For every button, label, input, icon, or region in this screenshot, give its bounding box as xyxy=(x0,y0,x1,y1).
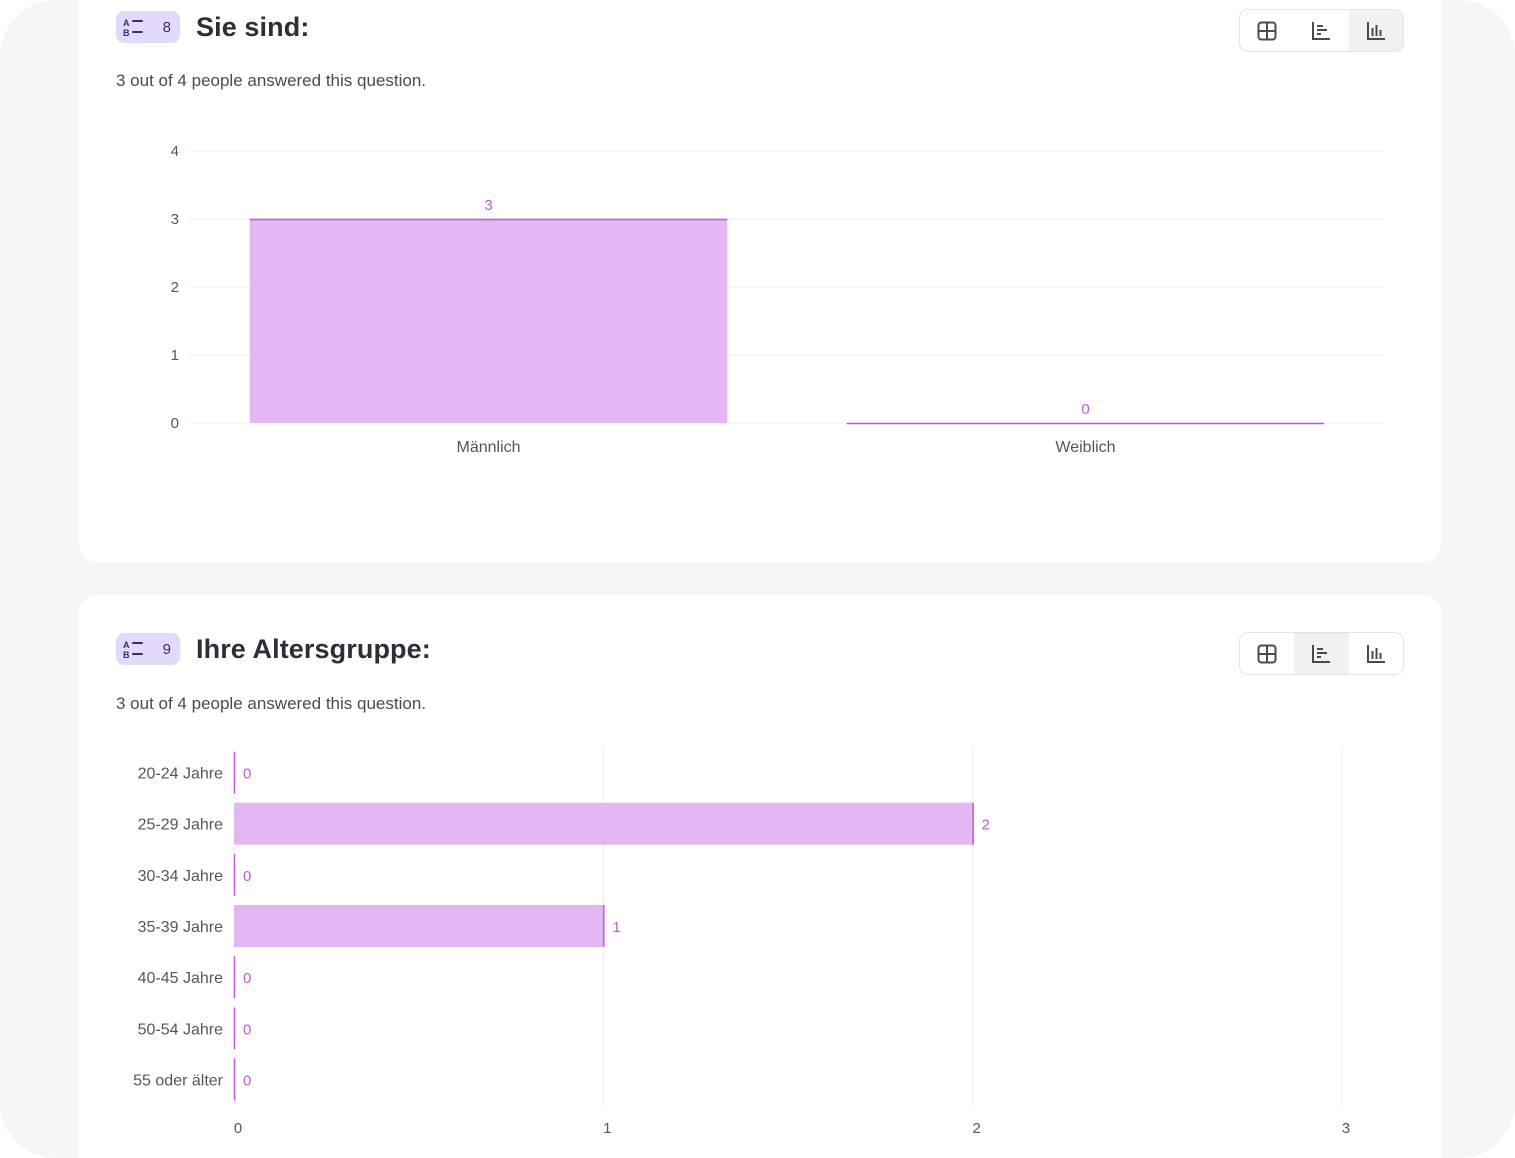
y-tick-label: 25-29 Jahre xyxy=(138,817,223,834)
y-tick-label: 0 xyxy=(171,415,179,432)
y-tick-label: 40-45 Jahre xyxy=(138,970,223,987)
y-tick-label: 20-24 Jahre xyxy=(138,766,223,783)
data-label: 2 xyxy=(982,817,990,834)
y-tick-label: 1 xyxy=(171,347,179,364)
horizontal-bar-chart: 0 1 2 3 0 20-24 Jahre 2 25-29 Jahre 0 30-34 Jahre… xyxy=(79,595,1441,1158)
page-background: A B 8 Sie sind: 3 out of 4 people answer… xyxy=(0,0,1515,1158)
bar xyxy=(249,219,728,423)
x-tick-label: Männlich xyxy=(456,439,520,456)
x-tick-label: Weiblich xyxy=(1055,439,1115,456)
data-label: 1 xyxy=(612,919,620,936)
y-tick-label: 50-54 Jahre xyxy=(138,1021,223,1038)
x-tick-label: 0 xyxy=(234,1120,242,1137)
bar xyxy=(234,905,604,947)
y-tick-label: 2 xyxy=(171,279,179,296)
y-tick-label: 30-34 Jahre xyxy=(138,868,223,885)
y-tick-label: 35-39 Jahre xyxy=(138,919,223,936)
y-tick-label: 4 xyxy=(171,143,179,160)
data-label: 3 xyxy=(484,197,492,214)
vertical-bar-chart: 0 1 2 3 4 3 Männlich 0 Weiblich xyxy=(79,0,1441,485)
data-label: 0 xyxy=(243,1072,251,1089)
y-tick-label: 3 xyxy=(171,211,179,228)
x-tick-label: 1 xyxy=(603,1120,611,1137)
question-card-8: A B 8 Sie sind: 3 out of 4 people answer… xyxy=(79,0,1441,562)
x-tick-label: 2 xyxy=(972,1120,980,1137)
bar xyxy=(234,802,973,845)
chart-svg: 0 1 2 3 4 3 Männlich 0 Weiblich xyxy=(171,143,1384,456)
data-label: 0 xyxy=(243,766,251,783)
chart-svg: 0 1 2 3 0 20-24 Jahre 2 25-29 Jahre 0 30-34 Jahre… xyxy=(133,747,1350,1137)
x-tick-label: 3 xyxy=(1342,1120,1350,1137)
question-card-9: A B 9 Ihre Altersgruppe: 3 out of 4 peop… xyxy=(79,595,1441,1158)
data-label: 0 xyxy=(243,1021,251,1038)
data-label: 0 xyxy=(243,970,251,987)
y-tick-label: 55 oder älter xyxy=(133,1072,224,1089)
data-label: 0 xyxy=(243,868,251,885)
data-label: 0 xyxy=(1081,401,1089,418)
